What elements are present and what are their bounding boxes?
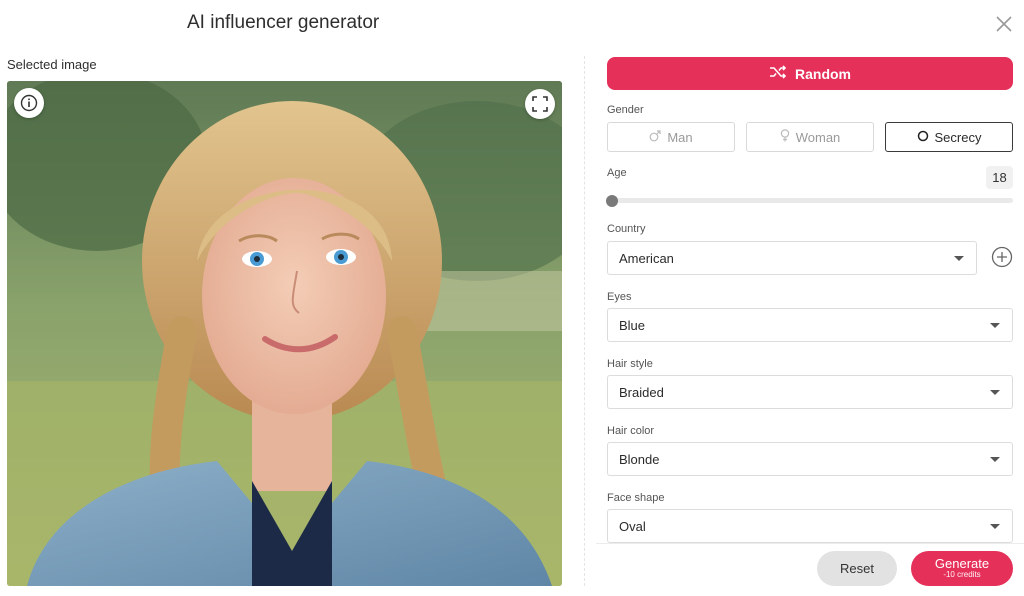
hair-style-label: Hair style <box>607 358 653 370</box>
face-shape-value: Oval <box>619 518 646 534</box>
reset-button[interactable]: Reset <box>817 551 897 586</box>
chevron-down-icon <box>954 256 964 261</box>
eyes-select[interactable]: Blue <box>607 308 1013 342</box>
random-button[interactable]: Random <box>607 57 1013 90</box>
generate-cost: -10 credits <box>943 570 981 580</box>
age-label: Age <box>607 167 627 179</box>
gender-option-man[interactable]: Man <box>607 122 735 152</box>
reset-label: Reset <box>840 561 874 576</box>
random-label: Random <box>795 65 851 82</box>
shuffle-icon <box>769 65 787 82</box>
generate-button[interactable]: Generate -10 credits <box>911 551 1013 586</box>
face-shape-label: Face shape <box>607 492 665 504</box>
hair-color-value: Blonde <box>619 451 660 467</box>
add-circle-icon[interactable] <box>991 246 1013 268</box>
eyes-value: Blue <box>619 317 646 333</box>
gender-label: Gender <box>607 104 644 116</box>
selected-image <box>7 81 562 586</box>
country-value: American <box>619 250 674 266</box>
portrait-image <box>7 81 562 586</box>
circle-icon <box>917 130 929 145</box>
male-icon <box>649 129 661 145</box>
face-shape-select[interactable]: Oval <box>607 509 1013 543</box>
info-icon[interactable] <box>14 88 44 118</box>
chevron-down-icon <box>990 390 1000 395</box>
eyes-label: Eyes <box>607 291 632 303</box>
age-slider-thumb[interactable] <box>606 195 618 207</box>
chevron-down-icon <box>990 457 1000 462</box>
chevron-down-icon <box>990 323 1000 328</box>
gender-option-label: Man <box>667 129 693 145</box>
hair-color-select[interactable]: Blonde <box>607 442 1013 476</box>
gender-option-label: Secrecy <box>934 129 982 145</box>
age-slider-track[interactable] <box>607 198 1013 203</box>
selected-image-label: Selected image <box>7 57 97 72</box>
chevron-down-icon <box>990 524 1000 529</box>
female-icon <box>780 129 790 145</box>
hair-style-value: Braided <box>619 384 664 400</box>
footer-divider <box>596 543 1024 544</box>
generate-label: Generate <box>934 556 990 572</box>
gender-option-secrecy[interactable]: Secrecy <box>885 122 1013 152</box>
gender-option-woman[interactable]: Woman <box>746 122 874 152</box>
close-icon[interactable] <box>993 13 1015 35</box>
panel-divider <box>584 56 585 586</box>
dialog-title: AI influencer generator <box>187 12 380 33</box>
fullscreen-icon[interactable] <box>525 89 555 119</box>
country-select[interactable]: American <box>607 241 977 275</box>
gender-option-label: Woman <box>795 129 841 145</box>
hair-style-select[interactable]: Braided <box>607 375 1013 409</box>
hair-color-label: Hair color <box>607 425 655 437</box>
country-label: Country <box>607 223 646 235</box>
age-value: 18 <box>986 166 1013 189</box>
